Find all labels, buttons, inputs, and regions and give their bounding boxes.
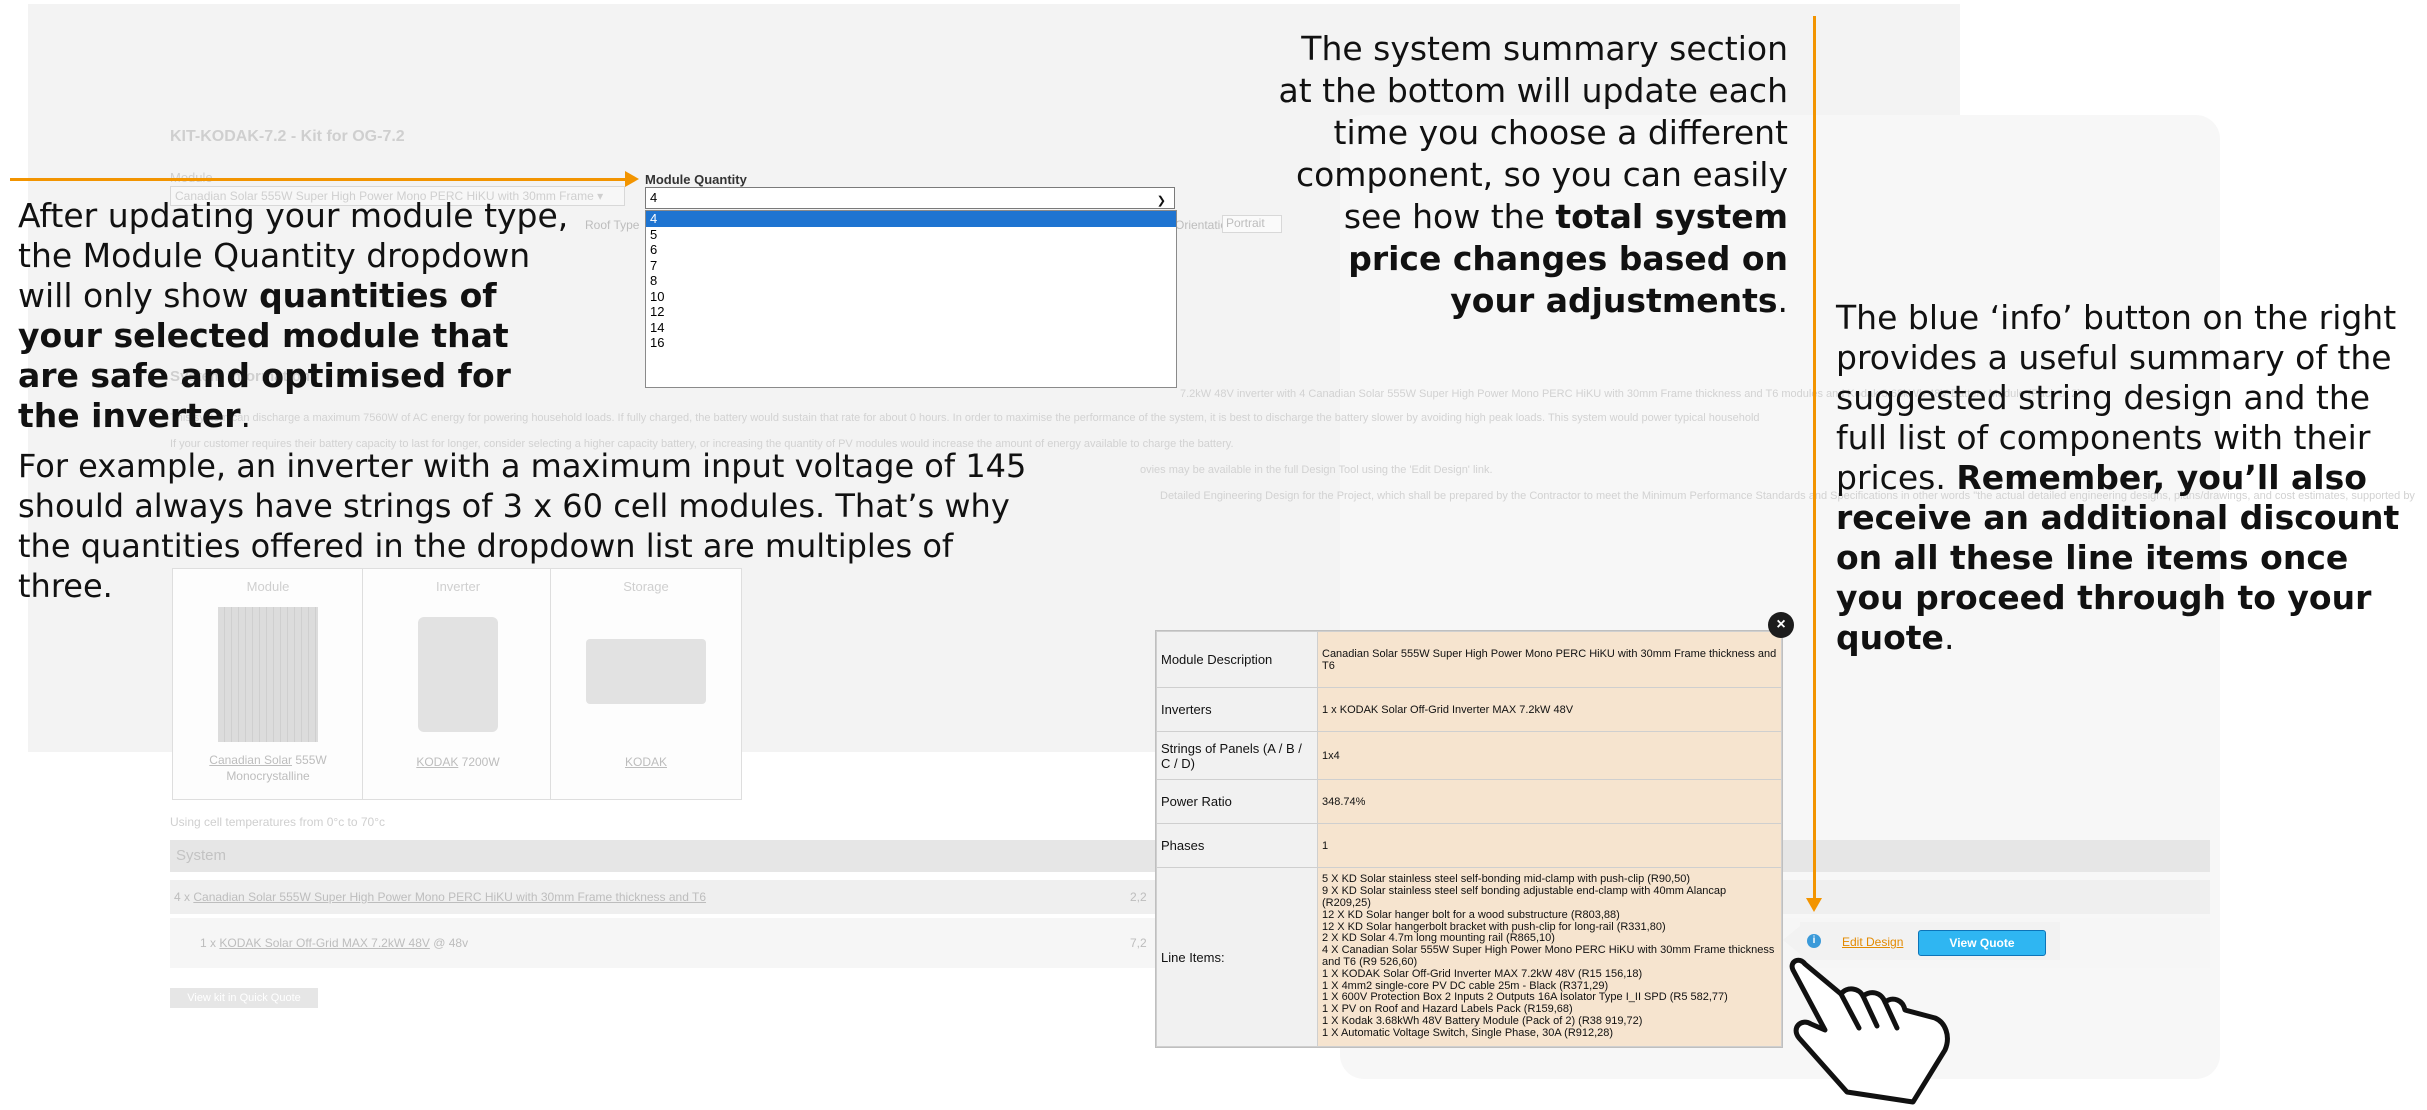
popup-key: Line Items: [1156,867,1318,1047]
system-row-module-value: 2,2 [1130,890,1147,904]
dropdown-option[interactable]: 8 [646,273,1176,289]
module-quantity-options[interactable]: 4 5 6 7 8 10 12 14 16 [645,210,1177,388]
popup-key: Power Ratio [1156,779,1318,824]
dropdown-option[interactable]: 10 [646,289,1176,305]
line-item: 9 X KD Solar stainless steel self bondin… [1322,885,1727,910]
quick-quote-button[interactable]: View kit in Quick Quote [170,988,318,1008]
close-icon[interactable]: × [1768,612,1794,638]
popup-key: Module Description [1156,631,1318,688]
popup-value: 1x4 [1317,731,1782,780]
battery-image [586,639,706,704]
dropdown-option[interactable]: 6 [646,242,1176,258]
chevron-down-icon: ❯ [1156,195,1166,207]
popup-value: Canadian Solar 555W Super High Power Mon… [1317,631,1782,688]
system-row-inverter-suffix: @ 48v [429,936,469,950]
orange-arrow-head-right [625,171,639,187]
orange-arrow-head-down [1806,898,1822,912]
dropdown-option[interactable]: 7 [646,258,1176,274]
dropdown-option[interactable]: 5 [646,227,1176,243]
inverter-card-name: KODAK 7200W [416,755,500,769]
popup-line-items: 5 X KD Solar stainless steel self-bondin… [1317,867,1782,1047]
info-icon[interactable]: i [1807,934,1821,948]
orange-arrow-vertical [1813,16,1816,900]
roof-type-label: Roof Type [585,218,640,232]
dropdown-option[interactable]: 14 [646,320,1176,336]
system-row-inverter-link[interactable]: KODAK Solar Off-Grid MAX 7.2kW 48V [219,936,430,950]
system-row-module-qty: 4 x [174,890,191,904]
annotation-info-button: The blue ‘info’ button on the right prov… [1836,298,2400,657]
line-item: 12 X KD Solar hanger bolt for a wood sub… [1322,908,1620,921]
popup-key: Strings of Panels (A / B / C / D) [1156,731,1318,780]
annotation-module-quantity: After updating your module type, the Mod… [18,196,569,435]
edit-design-link[interactable]: Edit Design [1842,935,1903,949]
dropdown-option[interactable]: 4 [646,211,1176,227]
info-popup: Module Description Canadian Solar 555W S… [1155,630,1783,1048]
orange-arrow-horizontal [10,178,630,181]
popup-key: Phases [1156,823,1318,868]
line-item: 1 X KODAK Solar Off-Grid Inverter MAX 7.… [1322,967,1643,980]
dropdown-option[interactable]: 16 [646,335,1176,351]
module-card-link[interactable]: Canadian Solar [209,753,292,767]
popup-value: 348.74% [1317,779,1782,824]
storage-card-link[interactable]: KODAK [625,755,667,769]
system-row-module-link[interactable]: Canadian Solar 555W Super High Power Mon… [193,890,706,904]
line-item: 1 X Automatic Voltage Switch, Single Pha… [1322,1026,1614,1039]
storage-card-name: KODAK [551,755,741,769]
inverter-card-link[interactable]: KODAK [416,755,458,769]
module-quantity-selected: 4 [650,190,658,205]
popup-value: 1 x KODAK Solar Off-Grid Inverter MAX 7.… [1317,687,1782,732]
line-item: 1 X Kodak 3.68kWh 48V Battery Module (Pa… [1322,1014,1643,1027]
module-card-name: Canadian Solar 555W [209,753,327,767]
kit-title: KIT-KODAK-7.2 - Kit for OG-7.2 [170,128,405,145]
inverter-image [418,617,498,732]
line-item: 4 X Canadian Solar 555W Super High Power… [1322,944,1775,968]
module-quantity-label: Module Quantity [645,172,747,187]
dropdown-option[interactable]: 12 [646,304,1176,320]
system-row-inverter-qty: 1 x [200,936,217,950]
popup-key: Inverters [1156,687,1318,732]
system-row-inverter-value: 7,2 [1130,936,1147,950]
module-card-sub: Monocrystalline [226,769,310,783]
annotation-example: For example, an inverter with a maximum … [18,447,1027,605]
system-info-paragraph-4: ovies may be available in the full Desig… [1140,464,1493,476]
annotation-system-summary: The system summary section at the bottom… [1278,29,1788,320]
solar-panel-image [218,607,318,742]
module-quantity-select[interactable]: 4 ❯ [645,187,1175,209]
cell-temperature-note: Using cell temperatures from 0°c to 70°c [170,815,386,829]
hand-pointer-icon [1789,957,1950,1105]
popup-value: 1 [1317,823,1782,868]
